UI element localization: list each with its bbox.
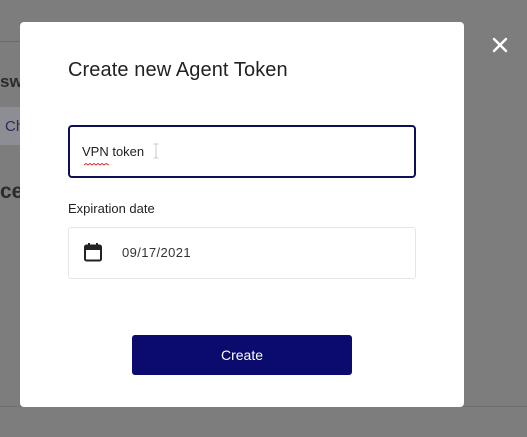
- expiration-date-label: Expiration date: [68, 201, 155, 216]
- page-backdrop: sw Ch ce Create new Agent Token Expirati…: [0, 0, 527, 437]
- expiration-date-field[interactable]: 09/17/2021: [68, 227, 416, 279]
- expiration-date-value: 09/17/2021: [122, 245, 192, 260]
- text-cursor-icon: [153, 143, 159, 159]
- calendar-icon[interactable]: [83, 242, 103, 262]
- create-token-dialog: Create new Agent Token Expiration date 0…: [20, 22, 464, 407]
- spellcheck-underline: [84, 163, 109, 166]
- dialog-title: Create new Agent Token: [68, 59, 288, 81]
- token-name-input[interactable]: [82, 141, 402, 161]
- create-button[interactable]: Create: [132, 335, 352, 375]
- close-icon[interactable]: [489, 34, 511, 56]
- token-name-field[interactable]: [68, 125, 416, 178]
- background-divider-top: [0, 41, 20, 42]
